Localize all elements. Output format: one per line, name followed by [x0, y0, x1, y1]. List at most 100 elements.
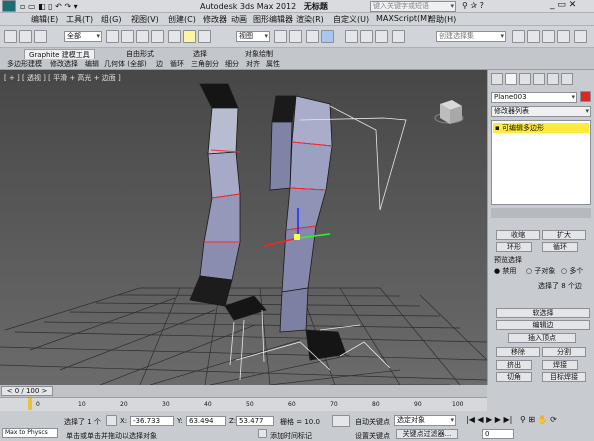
menu-tools[interactable]: 工具(T): [66, 14, 93, 25]
perspective-viewport[interactable]: [ + ] [ 透视 ] [ 平滑 + 高光 + 边面 ]: [0, 70, 487, 385]
add-time-tag-label[interactable]: 添加时间标记: [270, 431, 312, 441]
sub-tris[interactable]: 三角剖分: [191, 60, 219, 69]
menu-help[interactable]: 帮助(H): [428, 14, 456, 25]
key-icon[interactable]: [332, 415, 350, 427]
stack-item-editable-poly[interactable]: ▪ 可编辑多边形: [493, 123, 589, 133]
sub-properties[interactable]: 属性: [266, 60, 280, 69]
menu-maxscript[interactable]: MAXScript(M): [376, 14, 430, 23]
loop-button[interactable]: 循环: [542, 242, 578, 252]
app-logo-icon[interactable]: [2, 0, 16, 12]
modify-tab-icon[interactable]: [505, 73, 517, 85]
sub-loops[interactable]: 循环: [170, 60, 184, 69]
chamfer-button[interactable]: 切角: [496, 372, 532, 382]
unlink-icon[interactable]: [34, 30, 47, 43]
grow-button[interactable]: 扩大: [542, 230, 586, 240]
align-icon[interactable]: [527, 30, 540, 43]
snaps-toggle-icon[interactable]: [321, 30, 334, 43]
key-filters-button[interactable]: 关键点过滤器...: [396, 429, 458, 439]
sub-edges[interactable]: 边: [156, 60, 163, 69]
sub-poly-modeling[interactable]: 多边形建模: [7, 60, 42, 69]
soft-selection-rollout[interactable]: 软选择: [496, 308, 590, 318]
lock-selection-icon[interactable]: [106, 415, 117, 426]
insert-vertex-button[interactable]: 插入顶点: [508, 333, 576, 343]
preview-multi-radio[interactable]: ○ 多个: [561, 266, 583, 276]
key-mode-dropdown[interactable]: 选定对象: [394, 415, 456, 426]
menu-modifiers[interactable]: 修改器: [203, 14, 227, 25]
modifier-list-dropdown[interactable]: 修改器列表: [491, 106, 591, 117]
viewport-nav-icons[interactable]: ⚲ ⊞ ✋ ⟳: [520, 415, 557, 424]
menu-create[interactable]: 创建(C): [168, 14, 196, 25]
utilities-tab-icon[interactable]: [561, 73, 573, 85]
menu-group[interactable]: 组(G): [101, 14, 121, 25]
maxscript-listener[interactable]: Max to Physcs: [2, 428, 58, 438]
object-color-swatch[interactable]: [580, 91, 591, 102]
help-icons[interactable]: ⚲ ✰ ?: [462, 1, 484, 10]
shrink-button[interactable]: 收缩: [496, 230, 540, 240]
z-coord-field[interactable]: 53.477: [236, 416, 274, 426]
select-rotate-icon[interactable]: [183, 30, 196, 43]
preview-subobject-radio[interactable]: ○ 子对象: [526, 266, 555, 276]
modifier-stack[interactable]: ▪ 可编辑多边形: [491, 120, 591, 205]
tab-selection[interactable]: 选择: [189, 49, 211, 59]
select-by-name-icon[interactable]: [121, 30, 134, 43]
preview-disabled-radio[interactable]: ● 禁用: [494, 266, 516, 276]
viewport-scene[interactable]: [0, 70, 487, 385]
tab-graphite[interactable]: Graphite 建模工具: [24, 49, 95, 59]
time-slider-thumb[interactable]: < 0 / 100 >: [1, 386, 53, 396]
mirror-icon[interactable]: [512, 30, 525, 43]
weld-button[interactable]: 焊接: [542, 360, 578, 370]
split-button[interactable]: 分割: [542, 347, 586, 357]
menu-view[interactable]: 视图(V): [131, 14, 159, 25]
window-controls[interactable]: _ ▭ ✕: [550, 0, 576, 10]
selection-filter-dropdown[interactable]: 全部: [64, 31, 102, 42]
display-tab-icon[interactable]: [547, 73, 559, 85]
playback-controls[interactable]: |◀ ◀ ▶ ▶ ▶|: [466, 415, 512, 424]
y-coord-field[interactable]: 63.494: [186, 416, 226, 426]
quick-access-icons[interactable]: ▫ ▭ ◧ ▯ ↶ ↷ ▾: [20, 2, 78, 11]
current-frame-field[interactable]: 0: [482, 429, 514, 439]
select-manipulate-icon[interactable]: [289, 30, 302, 43]
menu-graph-editors[interactable]: 图形编辑器: [253, 14, 293, 25]
undo-icon[interactable]: [4, 30, 17, 43]
add-time-tag-icon[interactable]: [258, 429, 267, 438]
render-setup-icon[interactable]: [557, 30, 570, 43]
layer-icon[interactable]: [542, 30, 555, 43]
object-name-field[interactable]: Plane003: [491, 92, 577, 103]
select-object-icon[interactable]: [106, 30, 119, 43]
remove-button[interactable]: 移除: [496, 347, 540, 357]
rect-region-icon[interactable]: [136, 30, 149, 43]
link-icon[interactable]: [19, 30, 32, 43]
edit-named-selection-icon[interactable]: [392, 30, 405, 43]
set-key-button[interactable]: 设置关键点: [355, 431, 390, 441]
render-icon[interactable]: [574, 30, 587, 43]
time-slider[interactable]: < 0 / 100 >: [0, 385, 487, 398]
tab-object-paint[interactable]: 对象绘制: [241, 49, 277, 59]
extrude-button[interactable]: 挤出: [496, 360, 532, 370]
sub-modify-selection[interactable]: 修改选择: [50, 60, 78, 69]
sub-subdivision[interactable]: 细分: [225, 60, 239, 69]
sub-edit[interactable]: 编辑: [85, 60, 99, 69]
window-crossing-icon[interactable]: [151, 30, 164, 43]
spinner-snap-icon[interactable]: [375, 30, 388, 43]
target-weld-button[interactable]: 目标焊接: [542, 372, 586, 382]
edit-edges-rollout[interactable]: 编辑边: [496, 320, 590, 330]
menu-edit[interactable]: 编辑(E): [31, 14, 58, 25]
angle-snap-icon[interactable]: [345, 30, 358, 43]
sub-align[interactable]: 对齐: [246, 60, 260, 69]
pivot-icon[interactable]: [274, 30, 287, 43]
select-scale-icon[interactable]: [198, 30, 211, 43]
tab-freeform[interactable]: 自由形式: [122, 49, 158, 59]
viewport-label[interactable]: [ + ] [ 透视 ] [ 平滑 + 高光 + 边面 ]: [4, 73, 121, 83]
ref-coord-dropdown[interactable]: 视图: [236, 31, 270, 42]
menu-animation[interactable]: 动画: [231, 14, 247, 25]
menu-customize[interactable]: 自定义(U): [333, 14, 369, 25]
hierarchy-tab-icon[interactable]: [519, 73, 531, 85]
menu-render[interactable]: 渲染(R): [296, 14, 324, 25]
create-tab-icon[interactable]: [491, 73, 503, 85]
stack-tools[interactable]: [491, 208, 591, 218]
x-coord-field[interactable]: -36.733: [130, 416, 174, 426]
search-input[interactable]: 键入关键字或短语: [370, 1, 456, 12]
percent-snap-icon[interactable]: [360, 30, 373, 43]
ring-button[interactable]: 环形: [496, 242, 532, 252]
keyboard-shortcut-icon[interactable]: [306, 30, 319, 43]
